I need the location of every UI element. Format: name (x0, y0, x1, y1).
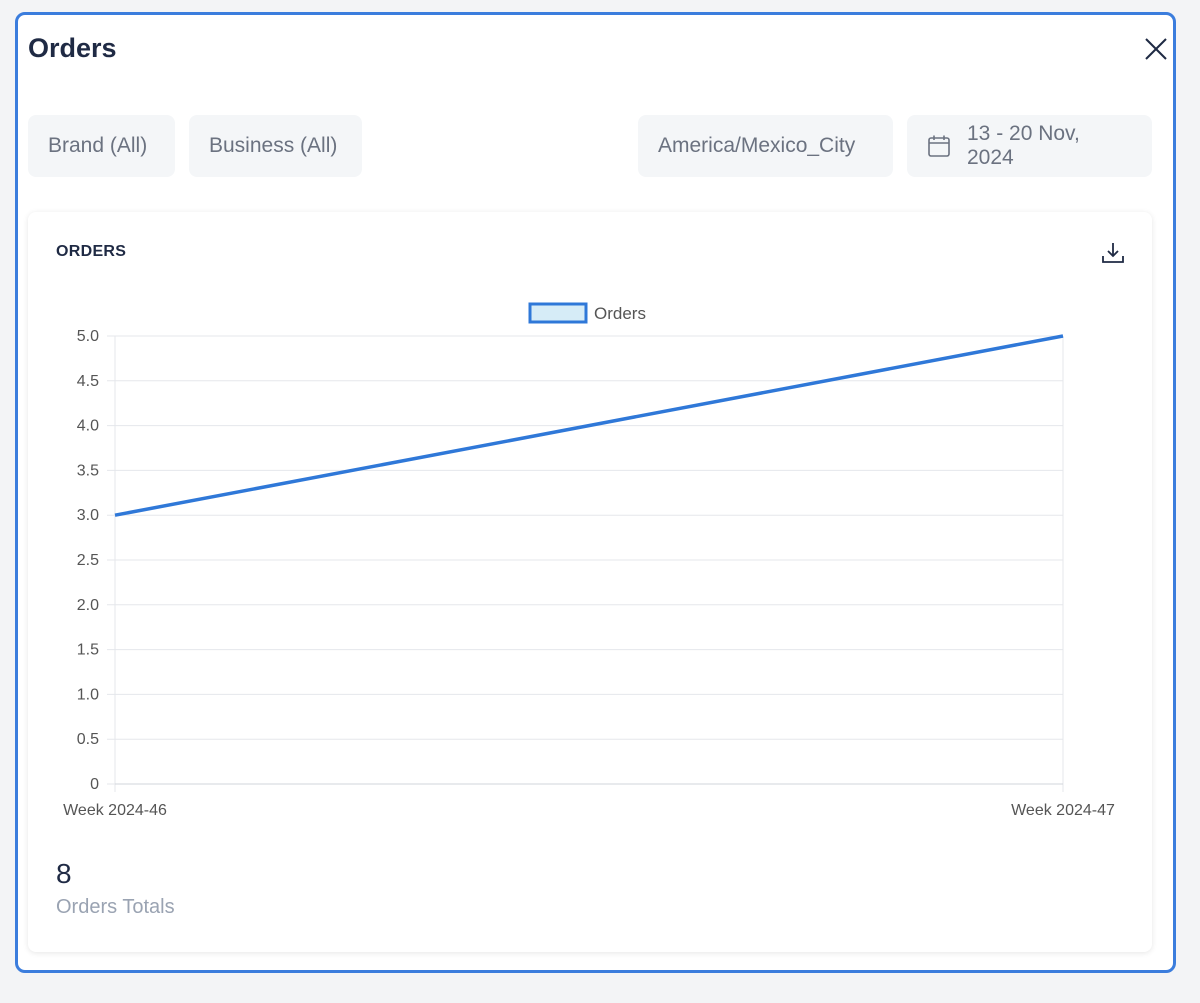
x-tick-label: Week 2024-47 (1011, 802, 1115, 819)
y-tick-label: 5.0 (77, 328, 99, 345)
modal-title: Orders (28, 33, 117, 63)
business-filter[interactable]: Business (All) (189, 115, 362, 177)
y-tick-label: 1.0 (77, 686, 99, 703)
y-tick-label: 2.5 (77, 552, 99, 569)
y-tick-label: 1.5 (77, 642, 99, 659)
orders-modal: Orders Brand (All) Business (All) Americ… (15, 12, 1176, 973)
orders-line-chart: 0 0.5 1.0 1.5 2.0 2.5 3.0 3.5 4.0 4.5 5.0 Week 2024… (63, 302, 1115, 819)
orders-total-value: 8 (56, 858, 72, 889)
legend-label-orders: Orders (594, 304, 646, 323)
timezone-label: America/Mexico_City (658, 134, 856, 157)
y-tick-label: 4.5 (77, 373, 99, 390)
orders-chart-card: ORDERS 0 0.5 1.0 1.5 2.0 2.5 3.0 3.5 4.0 4.5 5.0 We… (28, 212, 1152, 952)
date-range-label: 13 - 20 Nov, 2024 (967, 122, 1080, 169)
y-tick-label: 4.0 (77, 418, 99, 435)
y-tick-label: 0 (90, 776, 99, 793)
close-icon (1145, 38, 1167, 60)
y-tick-label: 3.0 (77, 507, 99, 524)
x-tick-label: Week 2024-46 (63, 802, 167, 819)
brand-filter-label: Brand (All) (48, 134, 148, 157)
orders-total-label: Orders Totals (56, 896, 175, 918)
timezone-selector[interactable]: America/Mexico_City (638, 115, 893, 177)
y-tick-label: 0.5 (77, 731, 99, 748)
close-button[interactable] (1139, 32, 1173, 66)
y-tick-label: 2.0 (77, 597, 99, 614)
y-tick-label: 3.5 (77, 462, 99, 479)
date-range-picker[interactable]: 13 - 20 Nov, 2024 (907, 115, 1152, 177)
business-filter-label: Business (All) (209, 134, 338, 157)
brand-filter[interactable]: Brand (All) (28, 115, 175, 177)
legend-swatch-orders (528, 302, 588, 324)
calendar-icon (927, 134, 951, 158)
